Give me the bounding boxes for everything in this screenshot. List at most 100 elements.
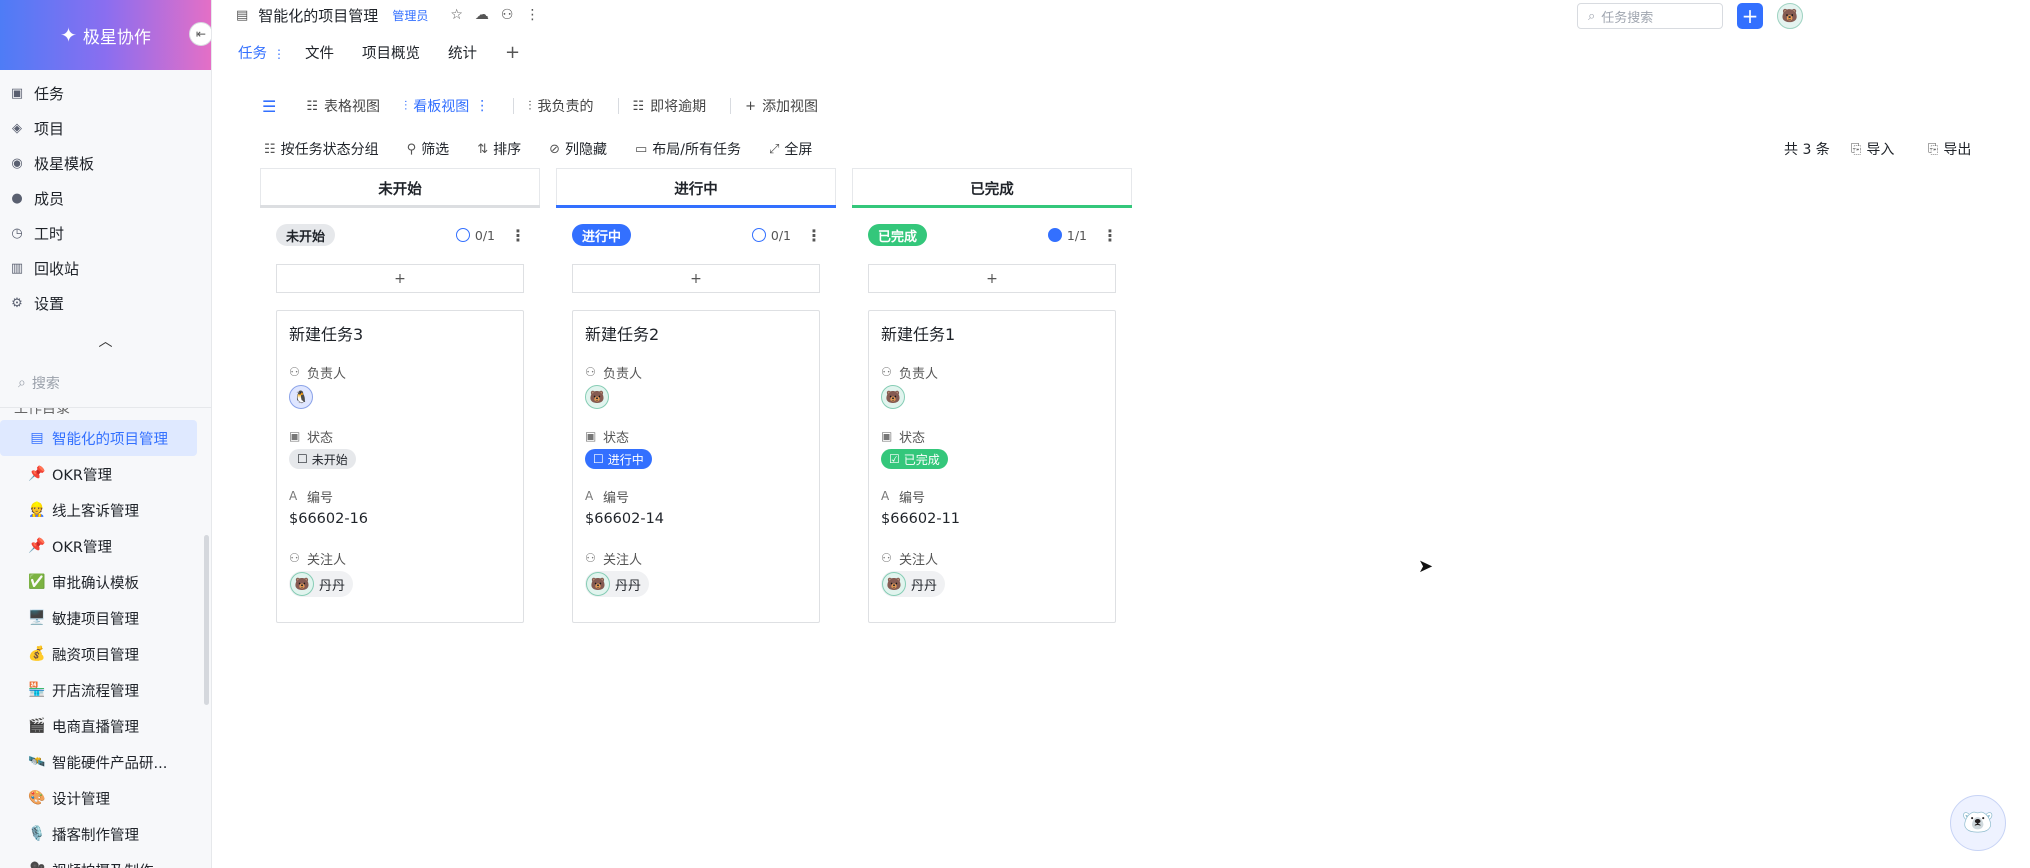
filter-button[interactable]: ⚲ 筛选 xyxy=(407,139,450,159)
doc-icon: ▤ xyxy=(30,430,44,446)
add-card-button[interactable]: + xyxy=(276,264,524,293)
sidebar-item-templates[interactable]: ◉ 极星模板 xyxy=(0,146,211,181)
tree-item-okr[interactable]: 📌 OKR管理 xyxy=(0,456,211,492)
hide-columns-button[interactable]: ⊘ 列隐藏 xyxy=(549,139,607,159)
group-by-button[interactable]: ☷ 按任务状态分组 xyxy=(264,139,379,159)
view-table[interactable]: ☷ 表格视图 xyxy=(306,96,380,116)
tab-tasks[interactable]: 任务 ⋮ xyxy=(238,42,285,63)
add-tab-button[interactable]: + xyxy=(505,42,520,63)
layout-icon: ▭ xyxy=(635,141,648,157)
sidebar-item-projects[interactable]: ◈ 项目 xyxy=(0,111,211,146)
tree-section-header[interactable]: 工作目录 xyxy=(0,408,211,418)
sidebar-item-members[interactable]: ● 成员 xyxy=(0,181,211,216)
kanban-view-icon: ⫶ xyxy=(528,98,532,114)
status-chip: 进行中 xyxy=(572,224,632,246)
check-icon: ✅ xyxy=(28,574,46,590)
person-icon: ⚇ xyxy=(881,365,892,379)
watcher-chip[interactable]: 🐻 丹丹 xyxy=(289,571,354,597)
status-badge[interactable]: ☐ 未开始 xyxy=(289,449,356,469)
import-button[interactable]: ⎘ 导入 xyxy=(1851,137,1894,161)
view-overdue[interactable]: ☷ 即将逾期 xyxy=(633,96,707,116)
sidebar-item-label: 项目 xyxy=(34,120,65,138)
tree-item-podcast[interactable]: 🎙️ 播客制作管理 xyxy=(0,816,211,852)
sidebar-scrollbar[interactable] xyxy=(204,535,209,705)
column-header-done[interactable]: 已完成 xyxy=(852,168,1132,208)
menu-icon[interactable]: ☰ xyxy=(262,97,276,116)
create-button[interactable]: + xyxy=(1737,3,1763,29)
members-icon[interactable]: ⚇ xyxy=(501,7,514,23)
project-icon: ◈ xyxy=(12,121,22,136)
export-icon: ⎘ xyxy=(1928,141,1939,157)
tree-item-approval[interactable]: ✅ 审批确认模板 xyxy=(0,564,211,600)
card-title: 新建任务3 xyxy=(289,325,364,344)
collapse-nav-chevron-up-icon[interactable]: ︿ xyxy=(0,331,211,355)
brand-header: ✦ 极星协作 ⇤ xyxy=(0,0,211,70)
tree-item-financing[interactable]: 💰 融资项目管理 xyxy=(0,636,211,672)
avatar[interactable]: 🐧 xyxy=(289,385,313,409)
more-icon[interactable]: ⋮ xyxy=(475,98,489,114)
assistant-mascot-icon[interactable]: 🐻‍❄️ xyxy=(1950,795,2006,851)
sidebar-item-worktime[interactable]: ◷ 工时 xyxy=(0,216,211,251)
star-icon[interactable]: ☆ xyxy=(450,7,463,23)
column-header-todo[interactable]: 未开始 xyxy=(260,168,540,208)
column-more-icon[interactable]: ⋮ xyxy=(1102,226,1118,245)
plus-icon: + xyxy=(745,98,757,114)
person-icon: ⚇ xyxy=(289,551,300,565)
fullscreen-button[interactable]: ⤢ 全屏 xyxy=(769,139,812,159)
watcher-chip[interactable]: 🐻 丹丹 xyxy=(585,571,650,597)
task-icon: ▣ xyxy=(10,86,24,101)
tree-item-store-opening[interactable]: 🏪 开店流程管理 xyxy=(0,672,211,708)
layout-button[interactable]: ▭ 布局/所有任务 xyxy=(635,139,741,159)
user-avatar[interactable]: 🐻 xyxy=(1777,3,1803,29)
avatar[interactable]: 🐻 xyxy=(881,385,905,409)
project-tree: ▤ 智能化的项目管理 📌 OKR管理 👷 线上客诉管理 📌 OKR管理 ✅ 审批确认模板 … xyxy=(0,418,211,868)
task-card[interactable]: 新建任务1 ⚇ 负责人 🐻 ▣ 状态 ☑ 已完成 A 编号 $66602-11 ⚇ 关注人… xyxy=(868,310,1116,623)
collapse-sidebar-button[interactable]: ⇤ xyxy=(189,22,211,46)
document-icon: ▤ xyxy=(236,7,249,23)
checkbox-checked-icon: ☑ xyxy=(889,452,900,466)
column-header-inprogress[interactable]: 进行中 xyxy=(556,168,836,208)
role-badge: 管理员 xyxy=(392,8,429,23)
tree-item-design[interactable]: 🎨 设计管理 xyxy=(0,780,211,816)
tree-item-video[interactable]: 🎥 视频拍摄及制作 xyxy=(0,852,211,868)
tree-item-complaints[interactable]: 👷 线上客诉管理 xyxy=(0,492,211,528)
more-icon[interactable]: ⋮ xyxy=(273,47,285,61)
column-status-row: 进行中 0/1 ⋮ xyxy=(572,222,822,248)
add-card-button[interactable]: + xyxy=(572,264,820,293)
view-kanban[interactable]: ⫶ 看板视图 ⋮ xyxy=(404,96,489,116)
status-badge[interactable]: ☑ 已完成 xyxy=(881,449,948,469)
task-search-input[interactable]: ⌕ 任务搜索 xyxy=(1577,3,1723,29)
column-more-icon[interactable]: ⋮ xyxy=(806,226,822,245)
task-card[interactable]: 新建任务3 ⚇ 负责人 🐧 ▣ 状态 ☐ 未开始 A 编号 $66602-16 ⚇ 关注人… xyxy=(276,310,524,623)
sidebar-item-tasks[interactable]: ▣ 任务 xyxy=(0,76,211,111)
add-card-button[interactable]: + xyxy=(868,264,1116,293)
field-label-text: 负责人 xyxy=(603,366,643,382)
sidebar-item-trash[interactable]: ▥ 回收站 xyxy=(0,251,211,286)
view-mine[interactable]: ⫶ 我负责的 xyxy=(528,96,593,116)
tree-item-okr-2[interactable]: 📌 OKR管理 xyxy=(0,528,211,564)
avatar[interactable]: 🐻 xyxy=(585,385,609,409)
tree-item-livestream[interactable]: 🎬 电商直播管理 xyxy=(0,708,211,744)
export-button[interactable]: ⎘ 导出 xyxy=(1928,137,1971,161)
watcher-chip[interactable]: 🐻 丹丹 xyxy=(881,571,946,597)
sidebar-search-input[interactable]: ⌕ 搜索 xyxy=(14,369,197,397)
add-view-button[interactable]: + 添加视图 xyxy=(745,96,818,116)
chat-icon[interactable]: ☁ xyxy=(475,7,489,23)
avatar: 🐻 xyxy=(290,572,314,596)
sidebar: ✦ 极星协作 ⇤ ▣ 任务 ◈ 项目 ◉ 极星模板 ● 成员 ◷ 工时 ▥ 回收… xyxy=(0,0,212,868)
field-owner-label: ⚇ 负责人 xyxy=(881,363,1103,382)
task-card[interactable]: 新建任务2 ⚇ 负责人 🐻 ▣ 状态 ☐ 进行中 A 编号 $66602-14 ⚇ 关注人… xyxy=(572,310,820,623)
tree-item-hardware[interactable]: 🛰️ 智能硬件产品研... xyxy=(0,744,211,780)
sort-button[interactable]: ⇅ 排序 xyxy=(477,139,521,159)
more-icon[interactable]: ⋮ xyxy=(525,7,539,23)
tab-statistics[interactable]: 统计 xyxy=(448,42,477,63)
tab-overview[interactable]: 项目概览 xyxy=(362,42,420,63)
tree-item-smart-pm[interactable]: ▤ 智能化的项目管理 xyxy=(0,420,197,456)
tab-files[interactable]: 文件 xyxy=(305,42,334,63)
column-more-icon[interactable]: ⋮ xyxy=(510,226,526,245)
toolbar-label: 全屏 xyxy=(784,142,813,158)
tree-item-agile[interactable]: 🖥️ 敏捷项目管理 xyxy=(0,600,211,636)
column-status-row: 已完成 1/1 ⋮ xyxy=(868,222,1118,248)
sidebar-item-settings[interactable]: ⚙ 设置 xyxy=(0,286,211,321)
status-badge[interactable]: ☐ 进行中 xyxy=(585,449,652,469)
